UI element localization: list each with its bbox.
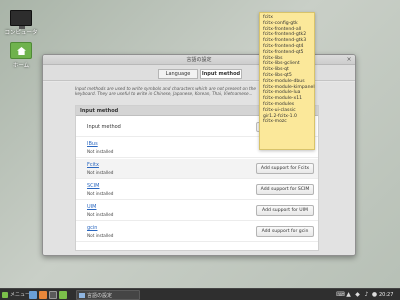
taskbar-window-language-settings[interactable]: 言語の設定 xyxy=(76,290,140,300)
volume-icon[interactable]: ♪ xyxy=(363,291,370,298)
menu-button[interactable]: メニュー xyxy=(2,291,30,299)
method-link-fcitx[interactable]: Fcitx xyxy=(87,162,99,168)
method-status: Not installed xyxy=(87,149,114,154)
method-status: Not installed xyxy=(87,191,114,196)
package-item: fcitx-mozc xyxy=(263,119,287,125)
method-link-uim[interactable]: UIM xyxy=(87,204,96,210)
home-folder-icon xyxy=(10,42,32,59)
terminal-icon[interactable] xyxy=(49,291,57,299)
network-icon[interactable]: ◆ xyxy=(354,291,361,298)
tab-input-method[interactable]: Input method xyxy=(200,69,242,79)
method-link-gcin[interactable]: gcin xyxy=(87,225,97,231)
add-fcitx-button[interactable]: Add support for Fcitx xyxy=(256,163,314,174)
show-desktop-icon[interactable] xyxy=(29,291,37,299)
close-icon[interactable]: × xyxy=(346,57,352,63)
tab-language[interactable]: Language xyxy=(158,69,198,79)
desktop-icon-home[interactable]: ホーム xyxy=(4,42,38,69)
window-icon xyxy=(79,293,85,298)
firefox-icon[interactable] xyxy=(39,291,47,299)
method-row-fcitx: Fcitx Not installed Add support for Fcit… xyxy=(76,159,318,179)
input-method-label: Input method xyxy=(87,124,121,130)
desktop-icon-computer[interactable]: コンピュータ xyxy=(4,10,38,36)
fcitx-packages-tooltip: fcitx fcitx-config-gtk fcitx-frontend-al… xyxy=(259,12,315,150)
add-gcin-button[interactable]: Add support for gcin xyxy=(256,226,314,237)
files-icon[interactable] xyxy=(59,291,67,299)
add-uim-button[interactable]: Add support for UIM xyxy=(256,205,314,216)
method-row-uim: UIM Not installed Add support for UIM xyxy=(76,201,318,221)
taskbar-window-label: 言語の設定 xyxy=(87,293,113,299)
desktop-icon-label: コンピュータ xyxy=(4,30,38,36)
method-row-scim: SCIM Not installed Add support for SCIM xyxy=(76,180,318,200)
computer-icon xyxy=(10,10,32,29)
method-status: Not installed xyxy=(87,212,114,217)
taskbar: メニュー 言語の設定 ⌨ ▲ ◆ ♪ ● 20:27 xyxy=(0,288,400,300)
method-status: Not installed xyxy=(87,233,114,238)
method-row-gcin: gcin Not installed Add support for gcin xyxy=(76,222,318,242)
method-link-ibus[interactable]: IBus xyxy=(87,141,98,147)
menu-label: メニュー xyxy=(10,292,31,298)
window-title: 言語の設定 xyxy=(186,57,212,63)
power-icon[interactable]: ● xyxy=(371,291,378,298)
method-status: Not installed xyxy=(87,170,114,175)
keyboard-icon[interactable]: ⌨ xyxy=(336,291,345,298)
clock[interactable]: 20:27 xyxy=(379,289,393,300)
method-link-scim[interactable]: SCIM xyxy=(87,183,99,189)
add-scim-button[interactable]: Add support for SCIM xyxy=(256,184,314,195)
package-item: fcitx-module-dbus xyxy=(263,78,305,84)
shield-icon[interactable]: ▲ xyxy=(345,291,352,298)
desktop-icon-label: ホーム xyxy=(12,63,30,69)
intro-text: Input methods are used to write symbols … xyxy=(75,86,256,97)
